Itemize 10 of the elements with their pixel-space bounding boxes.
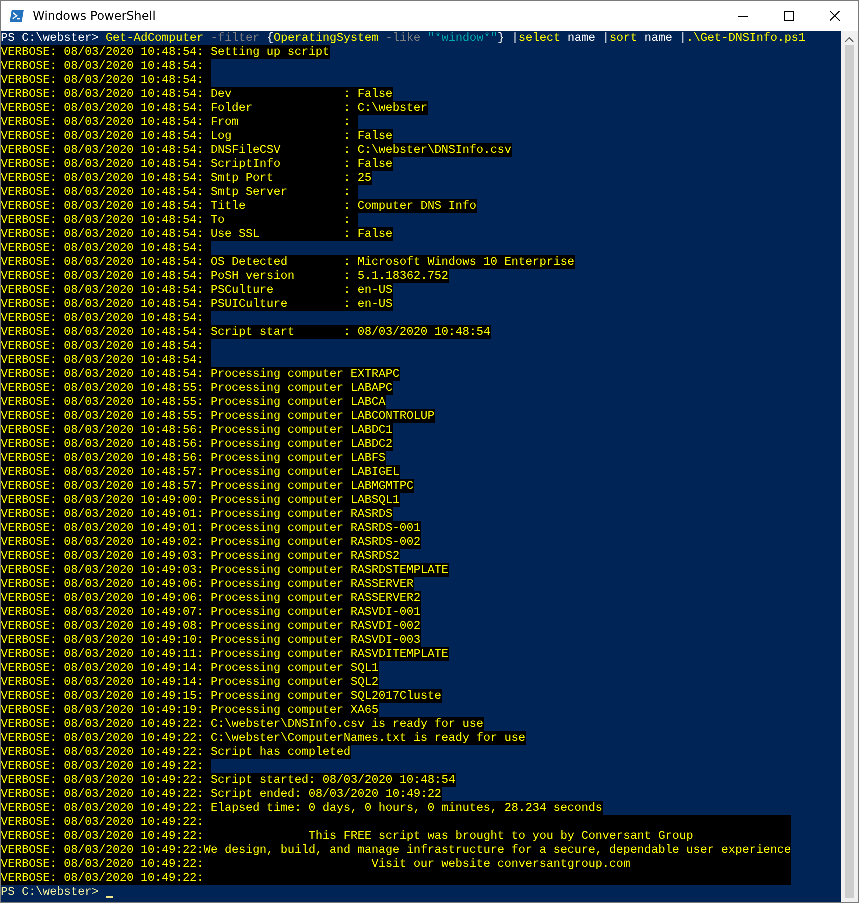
scroll-thumb[interactable] [845,45,854,898]
powershell-icon [9,8,25,24]
close-icon [830,11,840,21]
text-cursor [106,896,113,898]
maximize-icon [784,11,794,21]
window-title: Windows PowerShell [33,9,157,23]
scroll-up-icon[interactable] [845,37,854,43]
command-line: PS C:\webster> Get-AdComputer -filter {OperatingSystem -like "*window*"} |select name |sort name |.\Get-DNSInfo.ps1 [1,31,806,45]
scrollbar[interactable] [841,31,858,902]
prompt: PS C:\webster> [1,885,99,899]
